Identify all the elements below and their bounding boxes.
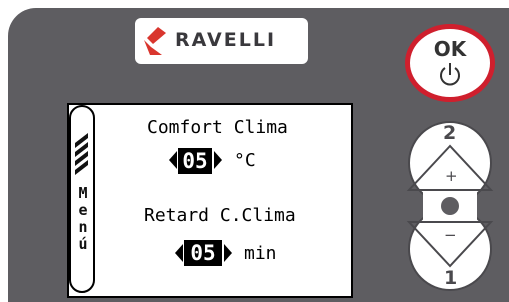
power-icon bbox=[440, 63, 460, 86]
increase-arrow-icon[interactable] bbox=[214, 151, 222, 169]
comfort-unit: °C bbox=[234, 150, 256, 171]
brand-logo: RAVELLI bbox=[135, 18, 308, 64]
menu-label: M e n ú bbox=[78, 184, 88, 253]
ok-power-button[interactable]: OK bbox=[405, 24, 495, 102]
button-1-label: 1 bbox=[444, 267, 458, 289]
decrease-arrow-icon[interactable] bbox=[175, 244, 183, 262]
ravelli-flame-icon bbox=[144, 27, 166, 55]
increase-arrow-icon[interactable] bbox=[224, 244, 232, 262]
minus-icon[interactable]: − bbox=[444, 226, 457, 244]
lcd-screen: Comfort Clima 05 °C Retard C.Clima 05 mi… bbox=[67, 103, 353, 298]
menu-tab[interactable]: M e n ú bbox=[69, 105, 95, 293]
comfort-value[interactable]: 05 bbox=[178, 148, 212, 174]
retard-unit: min bbox=[244, 243, 277, 264]
ok-label: OK bbox=[433, 37, 467, 61]
ok-button-face[interactable]: OK bbox=[410, 29, 490, 97]
setting-label-retard: Retard C.Clima bbox=[144, 205, 296, 226]
button-2-label: 2 bbox=[443, 122, 457, 144]
setting-label-comfort: Comfort Clima bbox=[147, 117, 288, 138]
rocker-button[interactable]: 2 + − 1 bbox=[403, 120, 497, 292]
bars-icon bbox=[75, 133, 88, 175]
decrease-arrow-icon[interactable] bbox=[169, 151, 177, 169]
brand-name: RAVELLI bbox=[175, 29, 277, 51]
retard-value[interactable]: 05 bbox=[184, 240, 222, 266]
plus-icon[interactable]: + bbox=[445, 167, 458, 185]
